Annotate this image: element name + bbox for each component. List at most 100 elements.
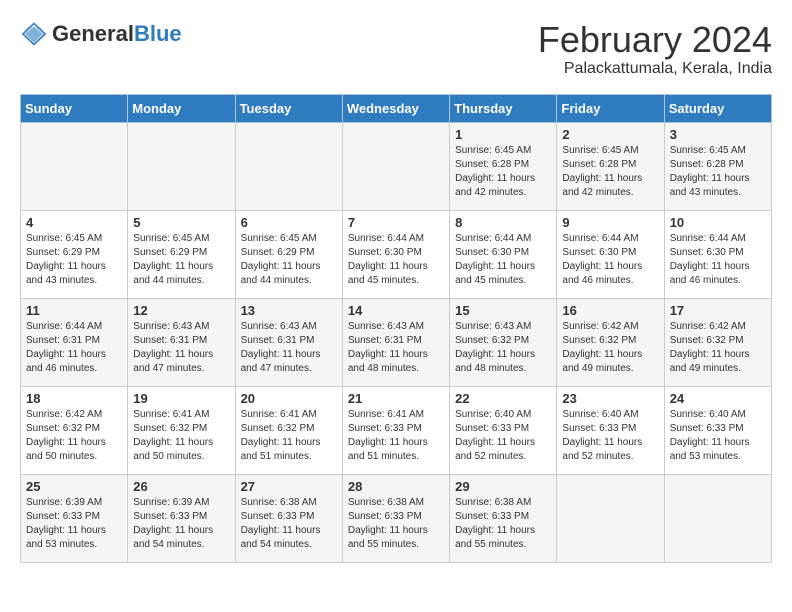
day-number: 14 [348, 303, 444, 318]
calendar-cell: 3Sunrise: 6:45 AM Sunset: 6:28 PM Daylig… [664, 122, 771, 210]
day-number: 26 [133, 479, 229, 494]
day-info: Sunrise: 6:40 AM Sunset: 6:33 PM Dayligh… [670, 408, 766, 464]
title-area: February 2024 Palackattumala, Kerala, In… [538, 20, 772, 78]
calendar-cell [557, 474, 664, 562]
day-number: 3 [670, 127, 766, 142]
calendar-cell [664, 474, 771, 562]
day-number: 8 [455, 215, 551, 230]
day-number: 28 [348, 479, 444, 494]
logo-general: GeneralBlue [52, 21, 182, 47]
calendar-cell: 22 Sunrise: 6:40 AM Sunset: 6:33 PM Dayli… [450, 386, 557, 474]
day-info: Sunrise: 6:44 AM Sunset: 6:30 PM Dayligh… [562, 232, 658, 288]
header-monday: Monday [128, 94, 235, 122]
calendar-cell: 8 Sunrise: 6:44 AM Sunset: 6:30 PM Daylig… [450, 210, 557, 298]
day-info: Sunrise: 6:44 AM Sunset: 6:30 PM Dayligh… [348, 232, 444, 288]
calendar-cell: 18 Sunrise: 6:42 AM Sunset: 6:32 PM Dayli… [21, 386, 128, 474]
day-info: Sunrise: 6:42 AM Sunset: 6:32 PM Dayligh… [26, 408, 122, 464]
calendar-cell: 15Sunrise: 6:43 AM Sunset: 6:32 PM Dayli… [450, 298, 557, 386]
calendar-title: February 2024 [538, 20, 772, 60]
calendar-cell: 10 Sunrise: 6:44 AM Sunset: 6:30 PM Dayli… [664, 210, 771, 298]
day-info: Sunrise: 6:44 AM Sunset: 6:30 PM Dayligh… [670, 232, 766, 288]
calendar-week-3: 11 Sunrise: 6:44 AM Sunset: 6:31 PM Dayli… [21, 298, 772, 386]
header-friday: Friday [557, 94, 664, 122]
calendar-header-row: SundayMondayTuesdayWednesdayThursdayFrid… [21, 94, 772, 122]
calendar-week-1: 1 Sunrise: 6:45 AM Sunset: 6:28 PM Daylig… [21, 122, 772, 210]
calendar-cell: 1 Sunrise: 6:45 AM Sunset: 6:28 PM Daylig… [450, 122, 557, 210]
day-number: 17 [670, 303, 766, 318]
header-wednesday: Wednesday [342, 94, 449, 122]
header-saturday: Saturday [664, 94, 771, 122]
day-info: Sunrise: 6:41 AM Sunset: 6:33 PM Dayligh… [348, 408, 444, 464]
calendar-cell [342, 122, 449, 210]
calendar-week-4: 18 Sunrise: 6:42 AM Sunset: 6:32 PM Dayli… [21, 386, 772, 474]
calendar-cell: 4 Sunrise: 6:45 AM Sunset: 6:29 PM Daylig… [21, 210, 128, 298]
day-info: Sunrise: 6:38 AM Sunset: 6:33 PM Dayligh… [455, 496, 551, 552]
day-info: Sunrise: 6:39 AM Sunset: 6:33 PM Dayligh… [133, 496, 229, 552]
calendar-cell: 25 Sunrise: 6:39 AM Sunset: 6:33 PM Dayli… [21, 474, 128, 562]
day-number: 11 [26, 303, 122, 318]
calendar-cell: 27 Sunrise: 6:38 AM Sunset: 6:33 PM Dayli… [235, 474, 342, 562]
page-header: GeneralBlue February 2024 Palackattumala… [20, 20, 772, 78]
day-number: 23 [562, 391, 658, 406]
calendar-week-2: 4 Sunrise: 6:45 AM Sunset: 6:29 PM Daylig… [21, 210, 772, 298]
day-number: 1 [455, 127, 551, 142]
calendar-cell: 19 Sunrise: 6:41 AM Sunset: 6:32 PM Dayli… [128, 386, 235, 474]
day-info: Sunrise: 6:40 AM Sunset: 6:33 PM Dayligh… [562, 408, 658, 464]
calendar-cell [128, 122, 235, 210]
calendar-cell: 16 Sunrise: 6:42 AM Sunset: 6:32 PM Dayli… [557, 298, 664, 386]
day-number: 9 [562, 215, 658, 230]
header-thursday: Thursday [450, 94, 557, 122]
day-info: Sunrise: 6:42 AM Sunset: 6:32 PM Dayligh… [670, 320, 766, 376]
day-info: Sunrise: 6:44 AM Sunset: 6:30 PM Dayligh… [455, 232, 551, 288]
day-number: 6 [241, 215, 337, 230]
calendar-cell [235, 122, 342, 210]
day-number: 2 [562, 127, 658, 142]
calendar-cell: 29 Sunrise: 6:38 AM Sunset: 6:33 PM Dayli… [450, 474, 557, 562]
calendar-cell: 12 Sunrise: 6:43 AM Sunset: 6:31 PM Dayli… [128, 298, 235, 386]
day-number: 24 [670, 391, 766, 406]
day-info: Sunrise: 6:45 AM Sunset: 6:28 PM Dayligh… [455, 144, 551, 200]
calendar-week-5: 25 Sunrise: 6:39 AM Sunset: 6:33 PM Dayli… [21, 474, 772, 562]
calendar-cell: 5Sunrise: 6:45 AM Sunset: 6:29 PM Daylig… [128, 210, 235, 298]
day-number: 19 [133, 391, 229, 406]
calendar-cell: 7 Sunrise: 6:44 AM Sunset: 6:30 PM Daylig… [342, 210, 449, 298]
day-info: Sunrise: 6:44 AM Sunset: 6:31 PM Dayligh… [26, 320, 122, 376]
day-number: 4 [26, 215, 122, 230]
day-info: Sunrise: 6:42 AM Sunset: 6:32 PM Dayligh… [562, 320, 658, 376]
day-number: 7 [348, 215, 444, 230]
calendar-cell: 2 Sunrise: 6:45 AM Sunset: 6:28 PM Daylig… [557, 122, 664, 210]
day-info: Sunrise: 6:45 AM Sunset: 6:29 PM Dayligh… [26, 232, 122, 288]
day-number: 25 [26, 479, 122, 494]
day-info: Sunrise: 6:45 AM Sunset: 6:28 PM Dayligh… [562, 144, 658, 200]
day-info: Sunrise: 6:38 AM Sunset: 6:33 PM Dayligh… [241, 496, 337, 552]
logo-icon [20, 20, 48, 48]
day-number: 22 [455, 391, 551, 406]
day-number: 16 [562, 303, 658, 318]
calendar-cell: 13Sunrise: 6:43 AM Sunset: 6:31 PM Dayli… [235, 298, 342, 386]
header-tuesday: Tuesday [235, 94, 342, 122]
day-number: 12 [133, 303, 229, 318]
calendar-table: SundayMondayTuesdayWednesdayThursdayFrid… [20, 94, 772, 563]
day-info: Sunrise: 6:45 AM Sunset: 6:29 PM Dayligh… [133, 232, 229, 288]
day-info: Sunrise: 6:41 AM Sunset: 6:32 PM Dayligh… [241, 408, 337, 464]
day-number: 20 [241, 391, 337, 406]
day-info: Sunrise: 6:40 AM Sunset: 6:33 PM Dayligh… [455, 408, 551, 464]
calendar-cell: 28Sunrise: 6:38 AM Sunset: 6:33 PM Dayli… [342, 474, 449, 562]
day-number: 29 [455, 479, 551, 494]
day-number: 10 [670, 215, 766, 230]
calendar-cell: 23 Sunrise: 6:40 AM Sunset: 6:33 PM Dayli… [557, 386, 664, 474]
day-number: 27 [241, 479, 337, 494]
calendar-cell: 17 Sunrise: 6:42 AM Sunset: 6:32 PM Dayli… [664, 298, 771, 386]
day-info: Sunrise: 6:43 AM Sunset: 6:31 PM Dayligh… [348, 320, 444, 376]
day-number: 21 [348, 391, 444, 406]
day-info: Sunrise: 6:43 AM Sunset: 6:31 PM Dayligh… [133, 320, 229, 376]
day-info: Sunrise: 6:45 AM Sunset: 6:29 PM Dayligh… [241, 232, 337, 288]
day-number: 18 [26, 391, 122, 406]
calendar-cell: 6 Sunrise: 6:45 AM Sunset: 6:29 PM Daylig… [235, 210, 342, 298]
day-info: Sunrise: 6:41 AM Sunset: 6:32 PM Dayligh… [133, 408, 229, 464]
day-info: Sunrise: 6:39 AM Sunset: 6:33 PM Dayligh… [26, 496, 122, 552]
calendar-cell: 14 Sunrise: 6:43 AM Sunset: 6:31 PM Dayli… [342, 298, 449, 386]
day-number: 13 [241, 303, 337, 318]
calendar-cell: 11 Sunrise: 6:44 AM Sunset: 6:31 PM Dayli… [21, 298, 128, 386]
calendar-cell [21, 122, 128, 210]
